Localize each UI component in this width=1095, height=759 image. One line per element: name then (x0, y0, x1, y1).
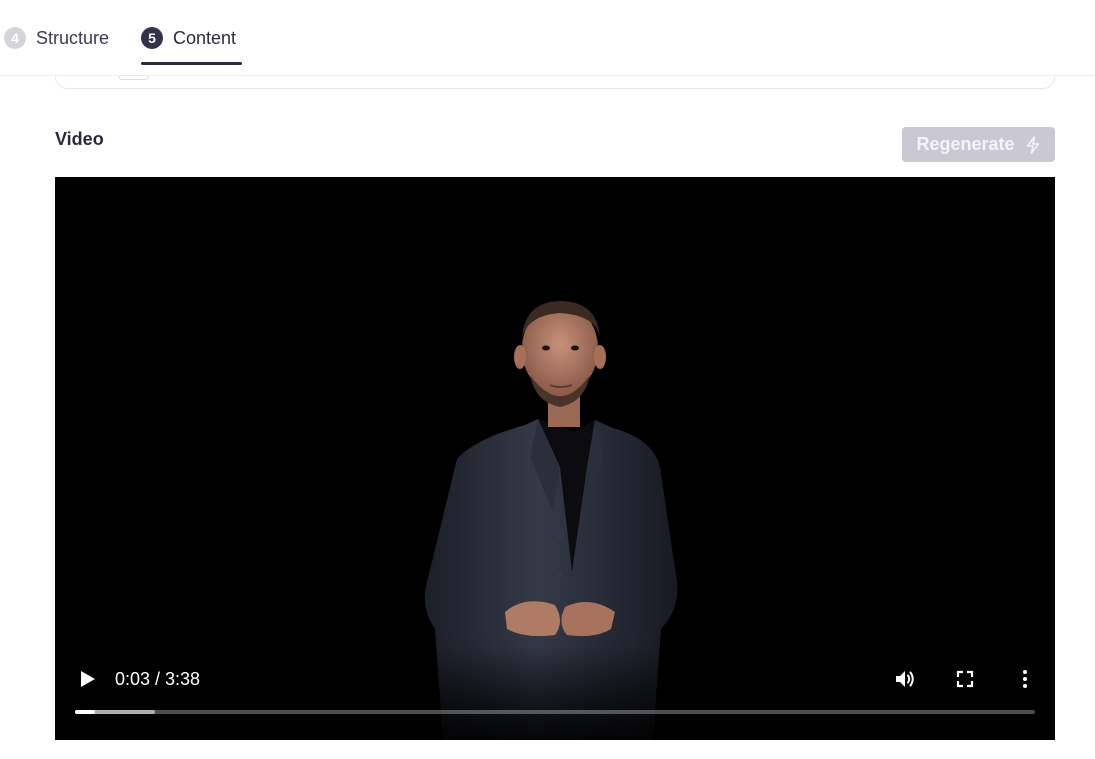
regenerate-button[interactable]: Regenerate (902, 127, 1055, 162)
time-display: 0:03 / 3:38 (115, 669, 201, 689)
section-title: Video (55, 129, 104, 149)
more-vertical-icon[interactable] (1013, 667, 1037, 691)
video-progress-bar[interactable] (75, 710, 1035, 714)
step-structure[interactable]: 4 Structure (4, 26, 109, 50)
step-label: Structure (36, 27, 110, 48)
fullscreen-icon[interactable] (953, 667, 977, 691)
played-bar (75, 710, 96, 714)
play-icon[interactable] (75, 667, 99, 691)
step-number-badge: 5 (141, 27, 163, 49)
step-content[interactable]: 5 Content (141, 26, 236, 50)
step-label: Content (173, 27, 237, 48)
step-number-badge: 4 (4, 27, 26, 49)
lightning-bolt-icon (1026, 135, 1039, 154)
active-step-indicator (141, 62, 242, 65)
video-player[interactable]: 0:03 / 3:38 (55, 177, 1055, 740)
steps-header: 4 Structure 5 Content (0, 0, 1095, 76)
volume-icon[interactable] (893, 667, 917, 691)
regenerate-label: Regenerate (916, 134, 1015, 154)
